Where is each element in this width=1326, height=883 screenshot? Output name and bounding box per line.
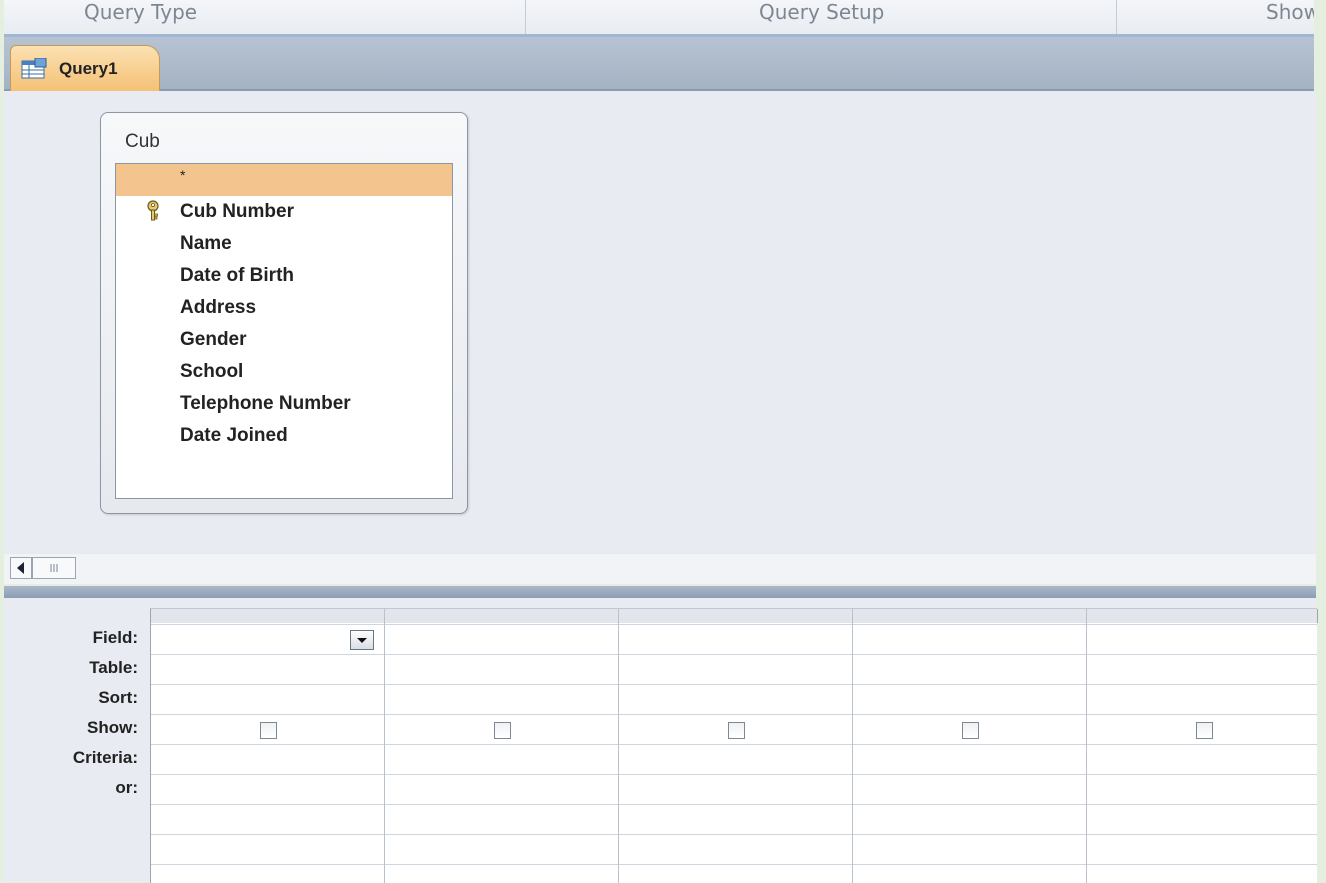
- ribbon-group-strip: Query Type Query Setup Show: [4, 0, 1314, 37]
- field-item-telephone-number[interactable]: Telephone Number: [116, 388, 452, 420]
- scroll-left-button[interactable]: [10, 557, 32, 579]
- grid-line: [151, 864, 1317, 865]
- field-label: School: [180, 361, 244, 382]
- field-item-school[interactable]: School: [116, 356, 452, 388]
- field-item-cub-number[interactable]: Cub Number: [116, 196, 452, 228]
- grid-line: [151, 654, 1317, 655]
- grid-line: [151, 774, 1317, 775]
- field-label: Address: [180, 297, 257, 318]
- field-label: *: [180, 167, 186, 183]
- horizontal-scrollbar[interactable]: [4, 554, 1316, 584]
- scroll-thumb[interactable]: [32, 557, 76, 579]
- pane-splitter[interactable]: [4, 586, 1316, 598]
- grid-line: [151, 714, 1317, 715]
- ribbon-separator: [525, 0, 526, 34]
- show-checkbox[interactable]: [728, 722, 745, 739]
- column-selector[interactable]: [151, 609, 385, 623]
- row-label-or: or:: [115, 778, 138, 797]
- chevron-down-icon: [357, 638, 367, 643]
- design-grid[interactable]: [150, 608, 1318, 883]
- ribbon-group-query-setup: Query Setup: [759, 0, 885, 24]
- ribbon-separator: [1116, 0, 1117, 34]
- field-label: Cub Number: [180, 201, 294, 222]
- field-item-gender[interactable]: Gender: [116, 324, 452, 356]
- design-grid-area: Field: Table: Sort: Show: Criteria: or:: [4, 598, 1318, 883]
- tab-label: Query1: [59, 59, 118, 78]
- ribbon-group-show: Show: [1266, 0, 1314, 24]
- query-design-surface[interactable]: Cub * Cub Number Name Date of Birth Addr…: [4, 91, 1316, 553]
- field-item-all[interactable]: *: [116, 164, 452, 196]
- query-icon: [21, 58, 47, 79]
- field-item-date-of-birth[interactable]: Date of Birth: [116, 260, 452, 292]
- show-checkbox[interactable]: [260, 722, 277, 739]
- field-item-date-joined[interactable]: Date Joined: [116, 420, 452, 452]
- show-checkbox[interactable]: [1196, 722, 1213, 739]
- field-item-name[interactable]: Name: [116, 228, 452, 260]
- grid-line: [151, 744, 1317, 745]
- column-selector[interactable]: [385, 609, 619, 623]
- arrow-left-icon: [17, 562, 24, 574]
- tab-query1[interactable]: Query1: [10, 45, 160, 92]
- row-label-field: Field:: [92, 628, 138, 647]
- field-item-address[interactable]: Address: [116, 292, 452, 324]
- grid-line: [852, 609, 853, 883]
- field-label: Gender: [180, 329, 247, 350]
- field-dropdown-button[interactable]: [350, 630, 374, 650]
- field-label: Date Joined: [180, 425, 288, 446]
- column-selector[interactable]: [1087, 609, 1318, 623]
- show-checkbox[interactable]: [962, 722, 979, 739]
- grid-line: [618, 609, 619, 883]
- field-label: Name: [180, 233, 232, 254]
- grid-line: [384, 609, 385, 883]
- row-label-table: Table:: [89, 658, 138, 677]
- grid-line: [151, 684, 1317, 685]
- row-label-show: Show:: [87, 718, 138, 737]
- key-icon: [147, 200, 159, 221]
- field-label: Telephone Number: [180, 393, 351, 414]
- row-label-sort: Sort:: [98, 688, 138, 707]
- document-tab-strip: Query1: [4, 37, 1314, 92]
- show-checkbox[interactable]: [494, 722, 511, 739]
- field-list-title[interactable]: Cub: [125, 131, 160, 153]
- grid-line: [1086, 609, 1087, 883]
- grid-line: [151, 804, 1317, 805]
- column-selector[interactable]: [619, 609, 853, 623]
- ribbon-group-query-type: Query Type: [84, 0, 198, 24]
- field-label: Date of Birth: [180, 265, 294, 286]
- column-selector[interactable]: [853, 609, 1087, 623]
- grip-icon: [50, 564, 58, 572]
- grid-line: [151, 624, 1317, 625]
- row-label-criteria: Criteria:: [72, 748, 138, 767]
- field-list[interactable]: * Cub Number Name Date of Birth Address: [115, 163, 453, 499]
- grid-line: [151, 834, 1317, 835]
- field-list-window-cub[interactable]: Cub * Cub Number Name Date of Birth Addr…: [100, 112, 468, 514]
